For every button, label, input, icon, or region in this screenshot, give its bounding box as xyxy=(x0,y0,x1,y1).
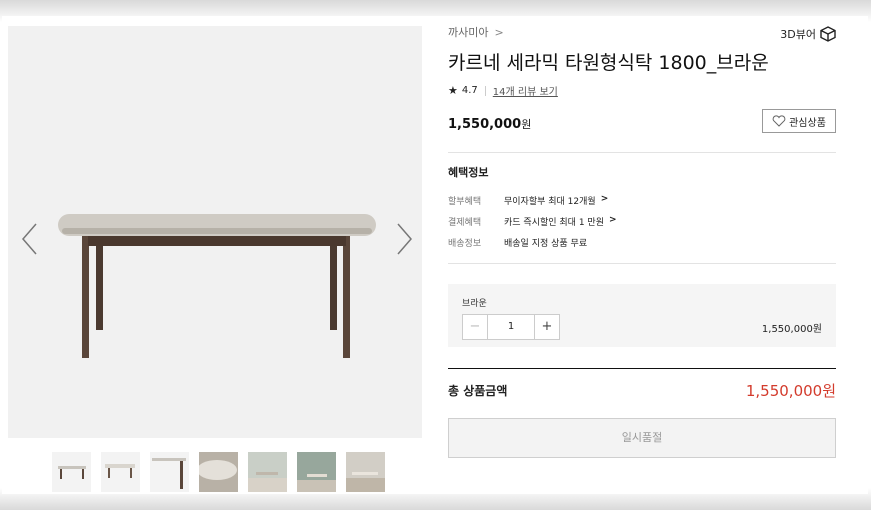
thumbnail-4[interactable] xyxy=(199,452,238,492)
divider xyxy=(484,85,486,96)
product-title: 카르네 세라믹 타원형식탁 1800_브라운 xyxy=(448,52,769,74)
table-closeup-thumb-icon xyxy=(199,460,237,480)
total-divider xyxy=(448,368,836,369)
room-scene-thumb-icon xyxy=(248,472,287,492)
table-thumb-icon xyxy=(58,466,86,479)
star-icon: ★ xyxy=(448,84,458,97)
benefits-title: 혜택정보 xyxy=(448,166,489,179)
thumbnail-2[interactable] xyxy=(101,452,140,492)
room-scene-thumb-icon xyxy=(346,472,385,492)
quantity-increase-button[interactable]: + xyxy=(534,315,559,339)
option-price: 1,550,000원 xyxy=(761,324,822,335)
table-thumb-icon xyxy=(105,464,135,478)
product-detail-card: 까사미아 > 3D뷰어 카르네 세라믹 타원형식탁 1800_브라운 ★ 4.7 … xyxy=(2,16,868,494)
total-price: 1,550,000원 xyxy=(745,382,836,400)
selected-option-box: 브라운 − 1 + 1,550,000원 xyxy=(448,284,836,347)
thumbnail-5[interactable] xyxy=(248,452,287,492)
thumbnail-1[interactable] xyxy=(52,452,91,492)
option-name: 브라운 xyxy=(462,299,487,309)
thumbnail-strip xyxy=(52,452,385,492)
table-illustration xyxy=(58,214,376,358)
benefit-row-payment[interactable]: 결제혜택 카드 즉시할인 최대 1 만원 > xyxy=(448,215,617,228)
thumbnail-7[interactable] xyxy=(346,452,385,492)
benefit-row-shipping: 배송정보 배송일 지정 상품 무료 xyxy=(448,236,587,249)
chevron-right-icon xyxy=(397,223,412,255)
thumbnail-3[interactable] xyxy=(150,452,189,492)
benefit-key: 배송정보 xyxy=(448,239,482,249)
gallery-prev-button[interactable] xyxy=(18,222,42,258)
product-info-panel: 까사미아 > 3D뷰어 카르네 세라믹 타원형식탁 1800_브라운 ★ 4.7 … xyxy=(448,16,836,494)
benefit-row-installment[interactable]: 할부혜택 무이자할부 최대 12개월 > xyxy=(448,194,608,207)
total-label: 총 상품금액 xyxy=(448,384,508,398)
price-value: 1,550,000 xyxy=(448,117,522,132)
3d-viewer-label: 3D뷰어 xyxy=(780,28,816,41)
heart-icon xyxy=(772,115,786,127)
thumbnail-6[interactable] xyxy=(297,452,336,492)
brand-link[interactable]: 까사미아 > xyxy=(448,24,504,40)
wishlist-button[interactable]: 관심상품 xyxy=(762,109,836,133)
room-scene-thumb-icon xyxy=(297,474,336,492)
price-unit: 원 xyxy=(521,118,532,131)
reviews-link[interactable]: 14개 리뷰 보기 xyxy=(493,83,558,98)
wishlist-label: 관심상품 xyxy=(789,117,826,129)
product-main-image xyxy=(8,26,422,438)
chevron-right-icon: > xyxy=(494,26,504,39)
3d-viewer-button[interactable]: 3D뷰어 xyxy=(780,26,836,42)
chevron-right-icon: > xyxy=(600,194,609,204)
benefit-key: 결제혜택 xyxy=(448,218,482,228)
benefit-key: 할부혜택 xyxy=(448,197,482,207)
brand-name: 까사미아 xyxy=(448,26,489,39)
benefit-value: 배송일 지정 상품 무료 xyxy=(504,239,588,249)
chevron-left-icon xyxy=(22,223,37,255)
quantity-stepper: − 1 + xyxy=(462,314,560,340)
soldout-button[interactable]: 일시품절 xyxy=(448,418,836,458)
gallery-next-button[interactable] xyxy=(392,222,416,258)
quantity-decrease-button[interactable]: − xyxy=(463,315,488,339)
chevron-right-icon: > xyxy=(608,215,617,225)
quantity-input[interactable]: 1 xyxy=(488,315,534,339)
benefit-value: 무이자할부 최대 12개월 xyxy=(504,197,596,207)
rating-value: 4.7 xyxy=(461,85,478,96)
divider xyxy=(448,152,836,153)
cube-icon xyxy=(820,26,836,42)
table-thumb-icon xyxy=(152,458,186,489)
product-price: 1,550,000원 xyxy=(448,116,531,132)
rating-row: ★ 4.7 14개 리뷰 보기 xyxy=(448,83,558,98)
divider xyxy=(448,263,836,264)
benefit-value: 카드 즉시할인 최대 1 만원 xyxy=(504,218,604,228)
